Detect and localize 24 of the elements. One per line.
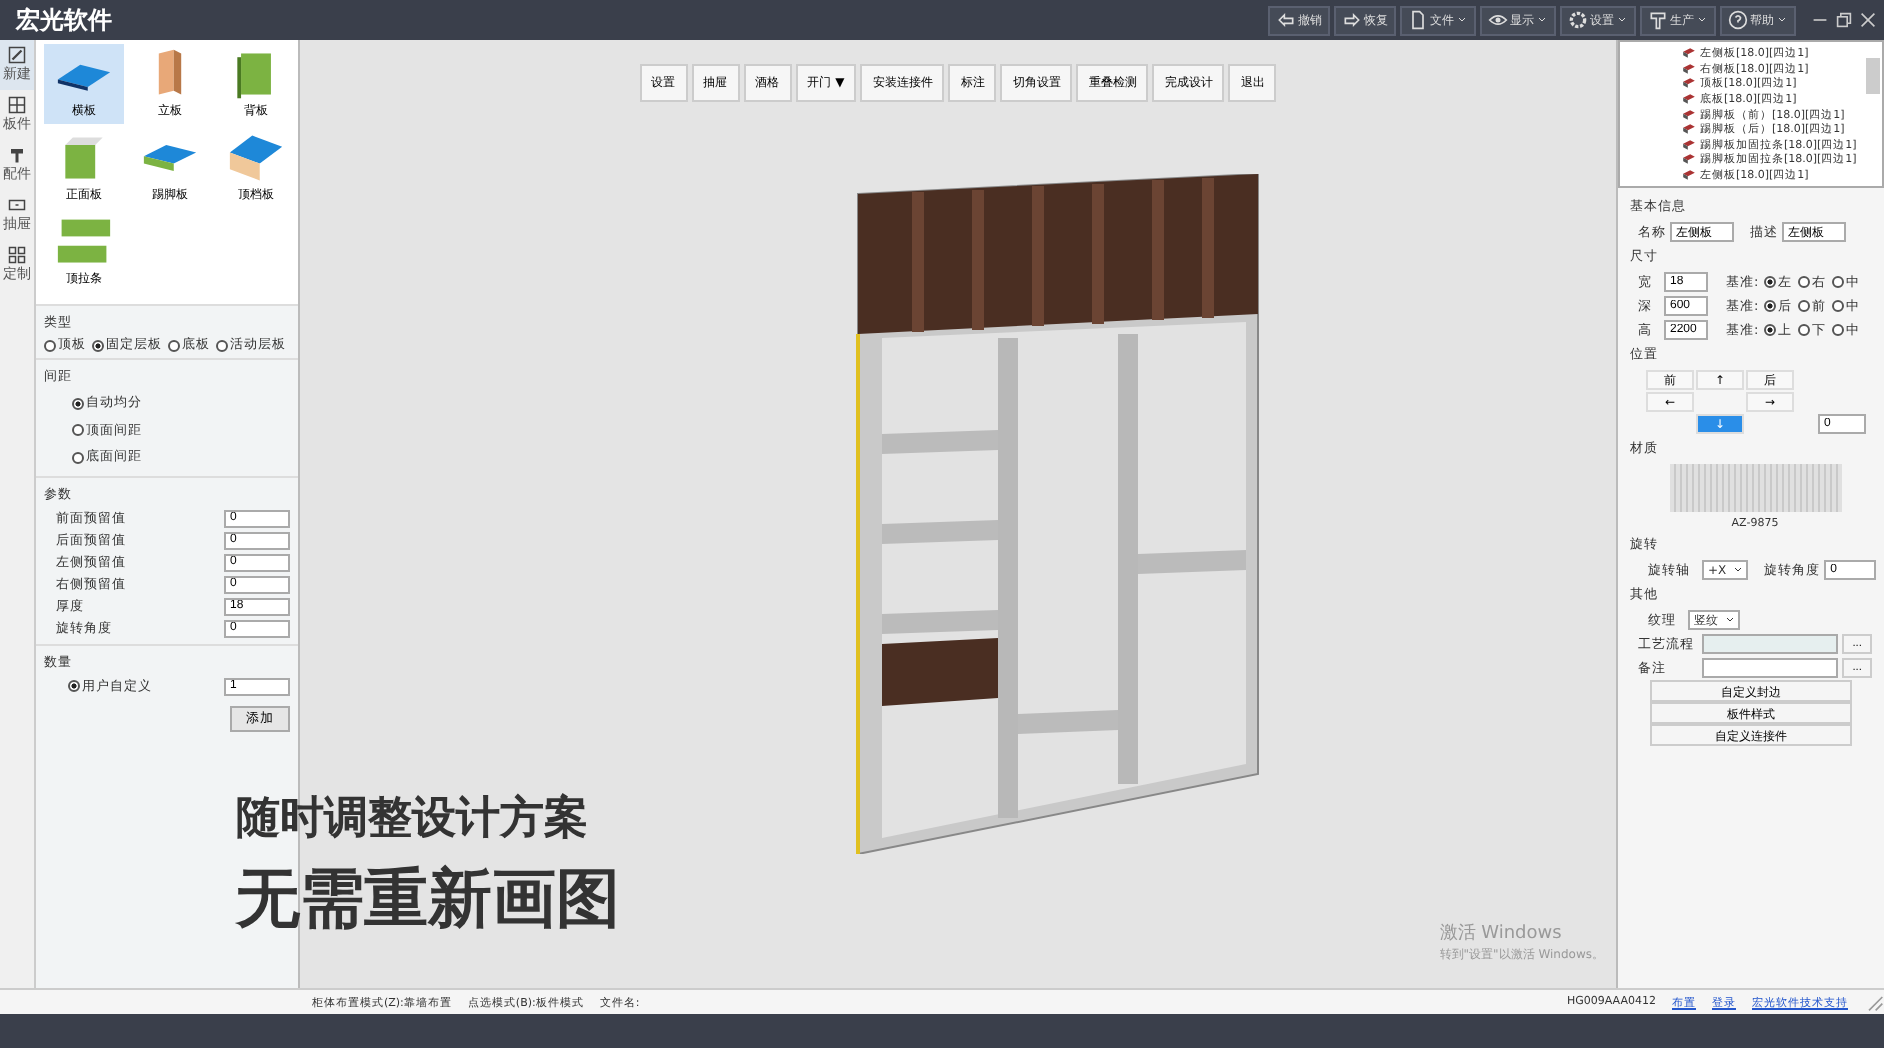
document-icon bbox=[1408, 10, 1428, 30]
blocks-icon bbox=[8, 246, 26, 264]
help-icon bbox=[1728, 10, 1748, 30]
input-field[interactable] bbox=[1702, 658, 1839, 678]
settings-icon bbox=[1568, 10, 1588, 30]
drawer-icon bbox=[8, 196, 26, 214]
app-title: 宏光软件 bbox=[16, 3, 112, 37]
pencil-icon bbox=[8, 46, 26, 64]
slogan-text: 随时调整设计方案 bbox=[236, 791, 590, 848]
scrollbar[interactable] bbox=[1866, 58, 1880, 94]
hammer-icon bbox=[1648, 10, 1668, 30]
panel-icon bbox=[8, 96, 26, 114]
activation-notice: 激活 Windows bbox=[1439, 921, 1564, 946]
slogan-text: 无需重新画图 bbox=[236, 858, 620, 940]
restore-icon[interactable] bbox=[1836, 12, 1852, 28]
close-icon[interactable] bbox=[1860, 12, 1876, 28]
redo-icon bbox=[1342, 10, 1362, 30]
board-icon bbox=[226, 130, 286, 186]
eye-icon bbox=[1488, 10, 1508, 30]
input-field[interactable] bbox=[1702, 634, 1839, 654]
material-swatch[interactable] bbox=[1669, 464, 1841, 512]
undo-icon bbox=[1276, 10, 1296, 30]
hammer-icon bbox=[8, 146, 26, 164]
resize-grip-icon bbox=[1864, 992, 1884, 1012]
